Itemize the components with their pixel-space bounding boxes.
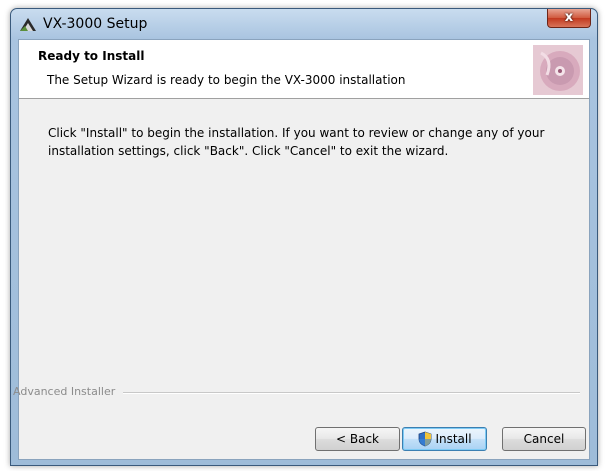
cd-disc-graphic: [533, 45, 583, 95]
install-button[interactable]: Install: [402, 427, 487, 451]
page-title: Ready to Install: [38, 49, 145, 63]
wizard-client-area: Ready to Install The Setup Wizard is rea…: [13, 39, 590, 460]
window-title: VX-3000 Setup: [43, 16, 148, 32]
instructions-text: Click "Install" to begin the installatio…: [48, 126, 545, 158]
back-button-label: < Back: [335, 432, 379, 446]
back-button[interactable]: < Back: [315, 427, 400, 451]
install-button-label: Install: [435, 432, 472, 446]
footer-divider: [123, 392, 580, 394]
cancel-button-label: Cancel: [523, 432, 565, 446]
setup-window: VX-3000 Setup x Ready to Install The Set…: [10, 8, 598, 466]
uac-shield-icon: [419, 431, 432, 447]
close-button[interactable]: x: [547, 9, 591, 28]
installer-app-icon: [20, 18, 36, 31]
wizard-header: Ready to Install The Setup Wizard is rea…: [19, 40, 589, 99]
advanced-installer-label: Advanced Installer: [13, 385, 116, 398]
title-bar[interactable]: VX-3000 Setup x: [11, 9, 597, 39]
page-subtitle: The Setup Wizard is ready to begin the V…: [47, 73, 406, 87]
cancel-button[interactable]: Cancel: [502, 427, 586, 451]
